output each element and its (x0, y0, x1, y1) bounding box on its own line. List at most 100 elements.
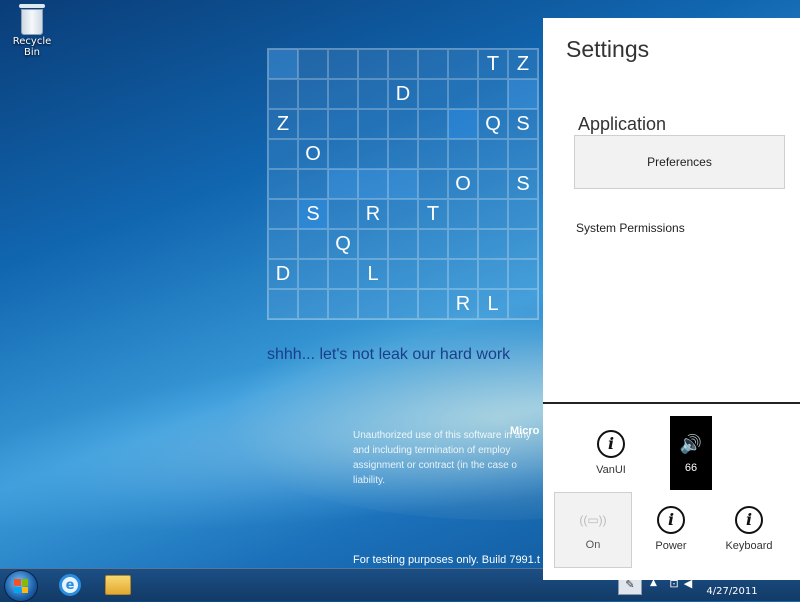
legal-line: assignment or contract (in the case o (353, 460, 517, 471)
grid-cell (328, 49, 358, 79)
grid-cell: R (448, 289, 478, 319)
grid-cell (358, 49, 388, 79)
grid-cell (268, 229, 298, 259)
grid-cell: Q (328, 229, 358, 259)
grid-cell (328, 259, 358, 289)
tagline: shhh... let's not leak our hard work (267, 346, 511, 363)
grid-cell (328, 109, 358, 139)
grid-cell (448, 259, 478, 289)
grid-cell: L (478, 289, 508, 319)
preferences-button[interactable]: Preferences (574, 135, 785, 189)
grid-cell (418, 289, 448, 319)
grid-cell (358, 109, 388, 139)
grid-cell (418, 109, 448, 139)
file-explorer-button[interactable] (98, 571, 138, 599)
info-icon: i (657, 506, 685, 534)
grid-cell (508, 289, 538, 319)
legal-notice: Micro Unauthorized use of this software … (353, 425, 543, 488)
keyboard-label: Keyboard (725, 540, 773, 552)
legal-line: liability. (353, 475, 386, 486)
recycle-bin-shortcut[interactable]: Recycle Bin (4, 4, 60, 58)
windows-logo-icon (14, 579, 28, 593)
speaker-icon: 🔊 (679, 434, 703, 454)
grid-cell (508, 229, 538, 259)
grid-cell (478, 169, 508, 199)
date-text: 4/27/2011 (706, 586, 758, 597)
grid-cell (448, 139, 478, 169)
grid-cell: Z (268, 109, 298, 139)
start-button[interactable] (4, 570, 38, 602)
folder-icon (105, 575, 131, 595)
keyboard-quick-setting[interactable]: i Keyboard (714, 492, 784, 568)
grid-cell (298, 169, 328, 199)
grid-cell: T (478, 49, 508, 79)
internet-explorer-icon: e (59, 574, 81, 596)
grid-cell (448, 49, 478, 79)
grid-cell (328, 79, 358, 109)
grid-cell (298, 229, 328, 259)
grid-cell: S (508, 169, 538, 199)
info-icon: i (597, 430, 625, 458)
grid-cell (448, 79, 478, 109)
grid-cell: D (268, 259, 298, 289)
grid-cell: D (388, 79, 418, 109)
grid-cell (388, 109, 418, 139)
grid-cell: Q (478, 109, 508, 139)
grid-cell: Z (508, 49, 538, 79)
grid-cell: T (418, 199, 448, 229)
system-permissions-link[interactable]: System Permissions (576, 221, 685, 235)
grid-cell (358, 139, 388, 169)
info-icon: i (735, 506, 763, 534)
grid-cell (388, 259, 418, 289)
grid-cell (418, 139, 448, 169)
recycle-bin-icon (19, 4, 45, 35)
grid-cell (268, 199, 298, 229)
grid-cell (418, 259, 448, 289)
grid-cell (328, 139, 358, 169)
grid-cell (418, 169, 448, 199)
grid-cell (268, 139, 298, 169)
power-label: Power (655, 540, 687, 552)
grid-cell (298, 79, 328, 109)
grid-cell: S (298, 199, 328, 229)
network-quick-setting[interactable]: ((▭)) On (554, 492, 632, 568)
grid-cell (298, 49, 328, 79)
grid-cell (478, 229, 508, 259)
grid-cell (388, 169, 418, 199)
grid-cell (478, 199, 508, 229)
quick-settings-divider (543, 402, 800, 404)
grid-cell (328, 169, 358, 199)
grid-cell (268, 79, 298, 109)
grid-cell: O (298, 139, 328, 169)
vanui-quick-setting[interactable]: i VanUI (576, 416, 646, 492)
grid-cell (508, 199, 538, 229)
grid-cell (358, 79, 388, 109)
grid-cell: R (358, 199, 388, 229)
grid-cell (478, 79, 508, 109)
grid-cell (298, 109, 328, 139)
recycle-bin-label: Recycle Bin (12, 36, 52, 58)
grid-cell: O (448, 169, 478, 199)
grid-cell (478, 259, 508, 289)
grid-cell (508, 79, 538, 109)
legal-line: and including termination of employ (353, 445, 511, 456)
preferences-label: Preferences (647, 155, 712, 169)
grid-cell (298, 289, 328, 319)
network-icon: ((▭)) (579, 513, 607, 527)
grid-cell: S (508, 109, 538, 139)
power-quick-setting[interactable]: i Power (636, 492, 706, 568)
grid-cell (448, 109, 478, 139)
grid-cell (388, 139, 418, 169)
internet-explorer-button[interactable]: e (50, 571, 90, 599)
grid-cell (478, 139, 508, 169)
grid-cell (388, 199, 418, 229)
grid-cell (268, 169, 298, 199)
grid-cell (388, 289, 418, 319)
volume-quick-setting[interactable]: 🔊 66 (670, 416, 712, 490)
grid-cell (268, 289, 298, 319)
grid-cell (418, 79, 448, 109)
grid-cell (388, 229, 418, 259)
legal-brand: Micro (510, 425, 540, 437)
grid-cell (508, 139, 538, 169)
grid-cell (508, 259, 538, 289)
